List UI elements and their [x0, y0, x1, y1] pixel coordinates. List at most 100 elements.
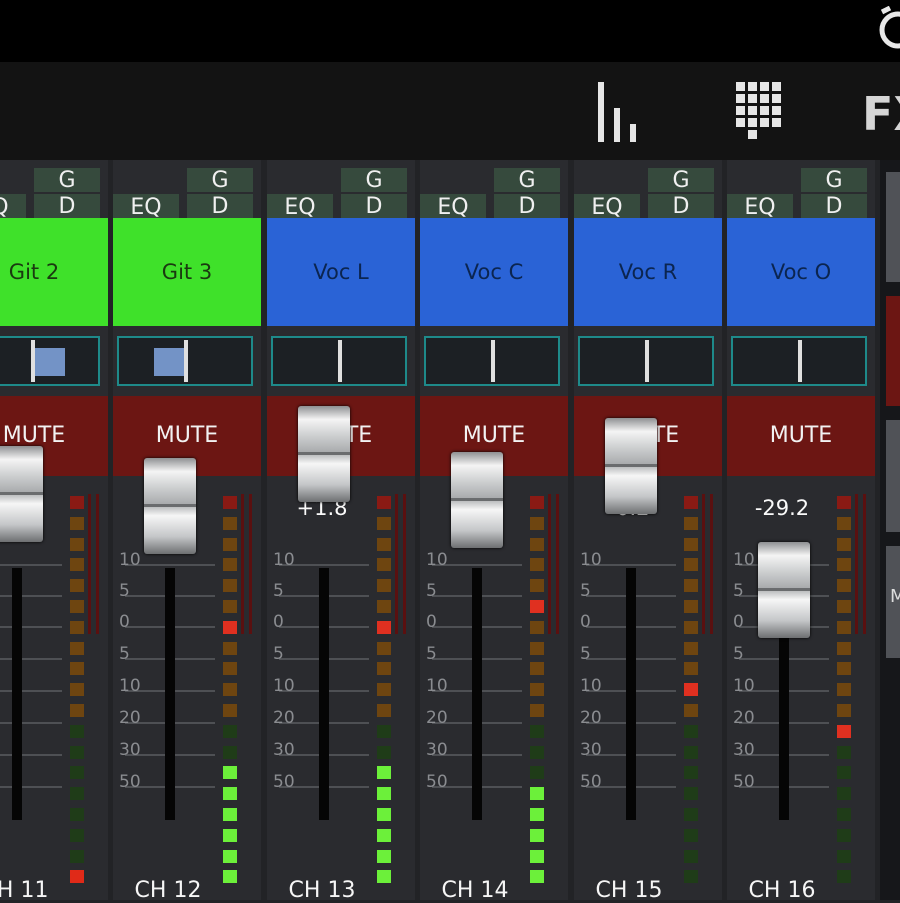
meter-led: [684, 579, 698, 593]
eq-gate-dyn-group[interactable]: G EQ D: [727, 168, 875, 220]
side-button-4[interactable]: M: [886, 546, 900, 658]
meter-led: [684, 870, 698, 884]
eq-gate-dyn-group[interactable]: G EQ D: [113, 168, 261, 220]
scale-label: 10: [426, 676, 448, 696]
meter-led: [223, 537, 237, 551]
meter-led: [684, 641, 698, 655]
meter-leds: [377, 494, 391, 896]
scale-label: 0: [426, 612, 437, 632]
eq-gate-dyn-group[interactable]: G EQ D: [267, 168, 415, 220]
meter-led: [530, 683, 544, 697]
meter-led: [70, 641, 84, 655]
meter-led: [377, 704, 391, 717]
meter-led: [530, 808, 544, 821]
fader-knob[interactable]: [0, 446, 43, 542]
scale-label: 5: [0, 581, 6, 601]
pan-control[interactable]: [117, 336, 253, 386]
meter-led: [684, 828, 698, 842]
channel-strips: GEQDGit 2MUTE-4.41050510203050CH 11GEQDG…: [0, 160, 880, 903]
pan-control[interactable]: [271, 336, 407, 386]
eq-gate-dyn-group[interactable]: G EQ D: [574, 168, 722, 220]
peak-line: [702, 494, 705, 634]
eq-label: EQ: [591, 195, 623, 220]
pan-control[interactable]: [731, 336, 867, 386]
meter-led: [530, 641, 544, 655]
meter-led: [377, 724, 391, 738]
channel-number-label: CH 13: [288, 878, 356, 903]
scale-label: 20: [580, 708, 602, 728]
level-readout: -29.2: [754, 496, 810, 520]
scale-label: 20: [0, 708, 6, 728]
peak-line: [863, 494, 866, 634]
scale-label: 0: [119, 612, 130, 632]
fx-button[interactable]: FX: [862, 86, 900, 146]
fader-knob[interactable]: [144, 458, 196, 554]
pan-control[interactable]: [578, 336, 714, 386]
eq-label: EQ: [437, 195, 469, 220]
meter-led: [837, 600, 851, 613]
meter-led: [837, 496, 851, 509]
channel-name-button[interactable]: Git 3: [113, 218, 261, 326]
meter-led: [377, 558, 391, 572]
fader-knob[interactable]: [605, 418, 657, 514]
channel-strip: GEQDVoc RMUTE-0.21050510203050CH 15: [574, 160, 722, 903]
scale-label: 30: [119, 740, 141, 760]
meter-led: [70, 849, 84, 863]
dyn-label: D: [365, 194, 383, 219]
side-button-2[interactable]: [886, 296, 900, 406]
meter-led: [377, 641, 391, 655]
scale-label: 10: [0, 550, 6, 570]
meter-led: [70, 662, 84, 676]
keypad-grid-button[interactable]: [728, 78, 792, 148]
side-button-3[interactable]: [886, 420, 900, 532]
eq-gate-dyn-group[interactable]: G EQ D: [420, 168, 568, 220]
meter-leds: [684, 494, 698, 896]
meter-led: [837, 745, 851, 759]
channel-name-button[interactable]: Voc C: [420, 218, 568, 326]
meter-leds: [70, 494, 84, 896]
scale-label: 5: [0, 644, 6, 664]
meter-led: [530, 516, 544, 530]
meter-led: [837, 870, 851, 884]
meter-led: [70, 704, 84, 717]
fader-knob[interactable]: [758, 542, 810, 638]
scale-label: 0: [580, 612, 591, 632]
meter-led: [684, 496, 698, 509]
meter-led: [530, 787, 544, 801]
channel-strip: G EQ D Voc O MUTE -29.2 10 5 0 5 10 20 30 50 CH 16: [727, 160, 875, 903]
level-meter: [377, 494, 413, 896]
pan-control[interactable]: [424, 336, 560, 386]
channel-name-button[interactable]: Voc O: [727, 218, 875, 326]
mute-button[interactable]: MUTE: [727, 396, 875, 476]
meter-led: [684, 704, 698, 717]
scale-label: 5: [426, 644, 437, 664]
fader-track: [319, 568, 329, 820]
bar-meter-icon: [598, 82, 636, 142]
eq-gate-dyn-group[interactable]: G EQ D: [0, 168, 108, 220]
meter-led: [837, 662, 851, 676]
meters-button[interactable]: [592, 78, 652, 148]
meter-led: [223, 828, 237, 842]
dyn-label: D: [518, 194, 536, 219]
channel-number-label: CH 11: [0, 878, 49, 903]
gate-label: G: [365, 168, 383, 193]
side-button-1[interactable]: [886, 172, 900, 282]
fader-knob[interactable]: [451, 452, 503, 548]
fader-knob[interactable]: [298, 406, 350, 502]
meter-led: [223, 787, 237, 801]
meter-led: [837, 558, 851, 572]
meter-led: [70, 537, 84, 551]
channel-strip: GEQDGit 3MUTE-6.21050510203050CH 12: [113, 160, 261, 903]
peak-line: [249, 494, 252, 634]
scale-label: 5: [580, 644, 591, 664]
level-meter: [223, 494, 259, 896]
pan-control[interactable]: [0, 336, 100, 386]
channel-name-button[interactable]: Git 2: [0, 218, 108, 326]
meter-led: [837, 683, 851, 697]
meter-led: [684, 537, 698, 551]
meter-led: [70, 745, 84, 759]
channel-name-button[interactable]: Voc R: [574, 218, 722, 326]
channel-name-button[interactable]: Voc L: [267, 218, 415, 326]
right-side-panel: M: [880, 160, 900, 900]
meter-led: [377, 808, 391, 821]
